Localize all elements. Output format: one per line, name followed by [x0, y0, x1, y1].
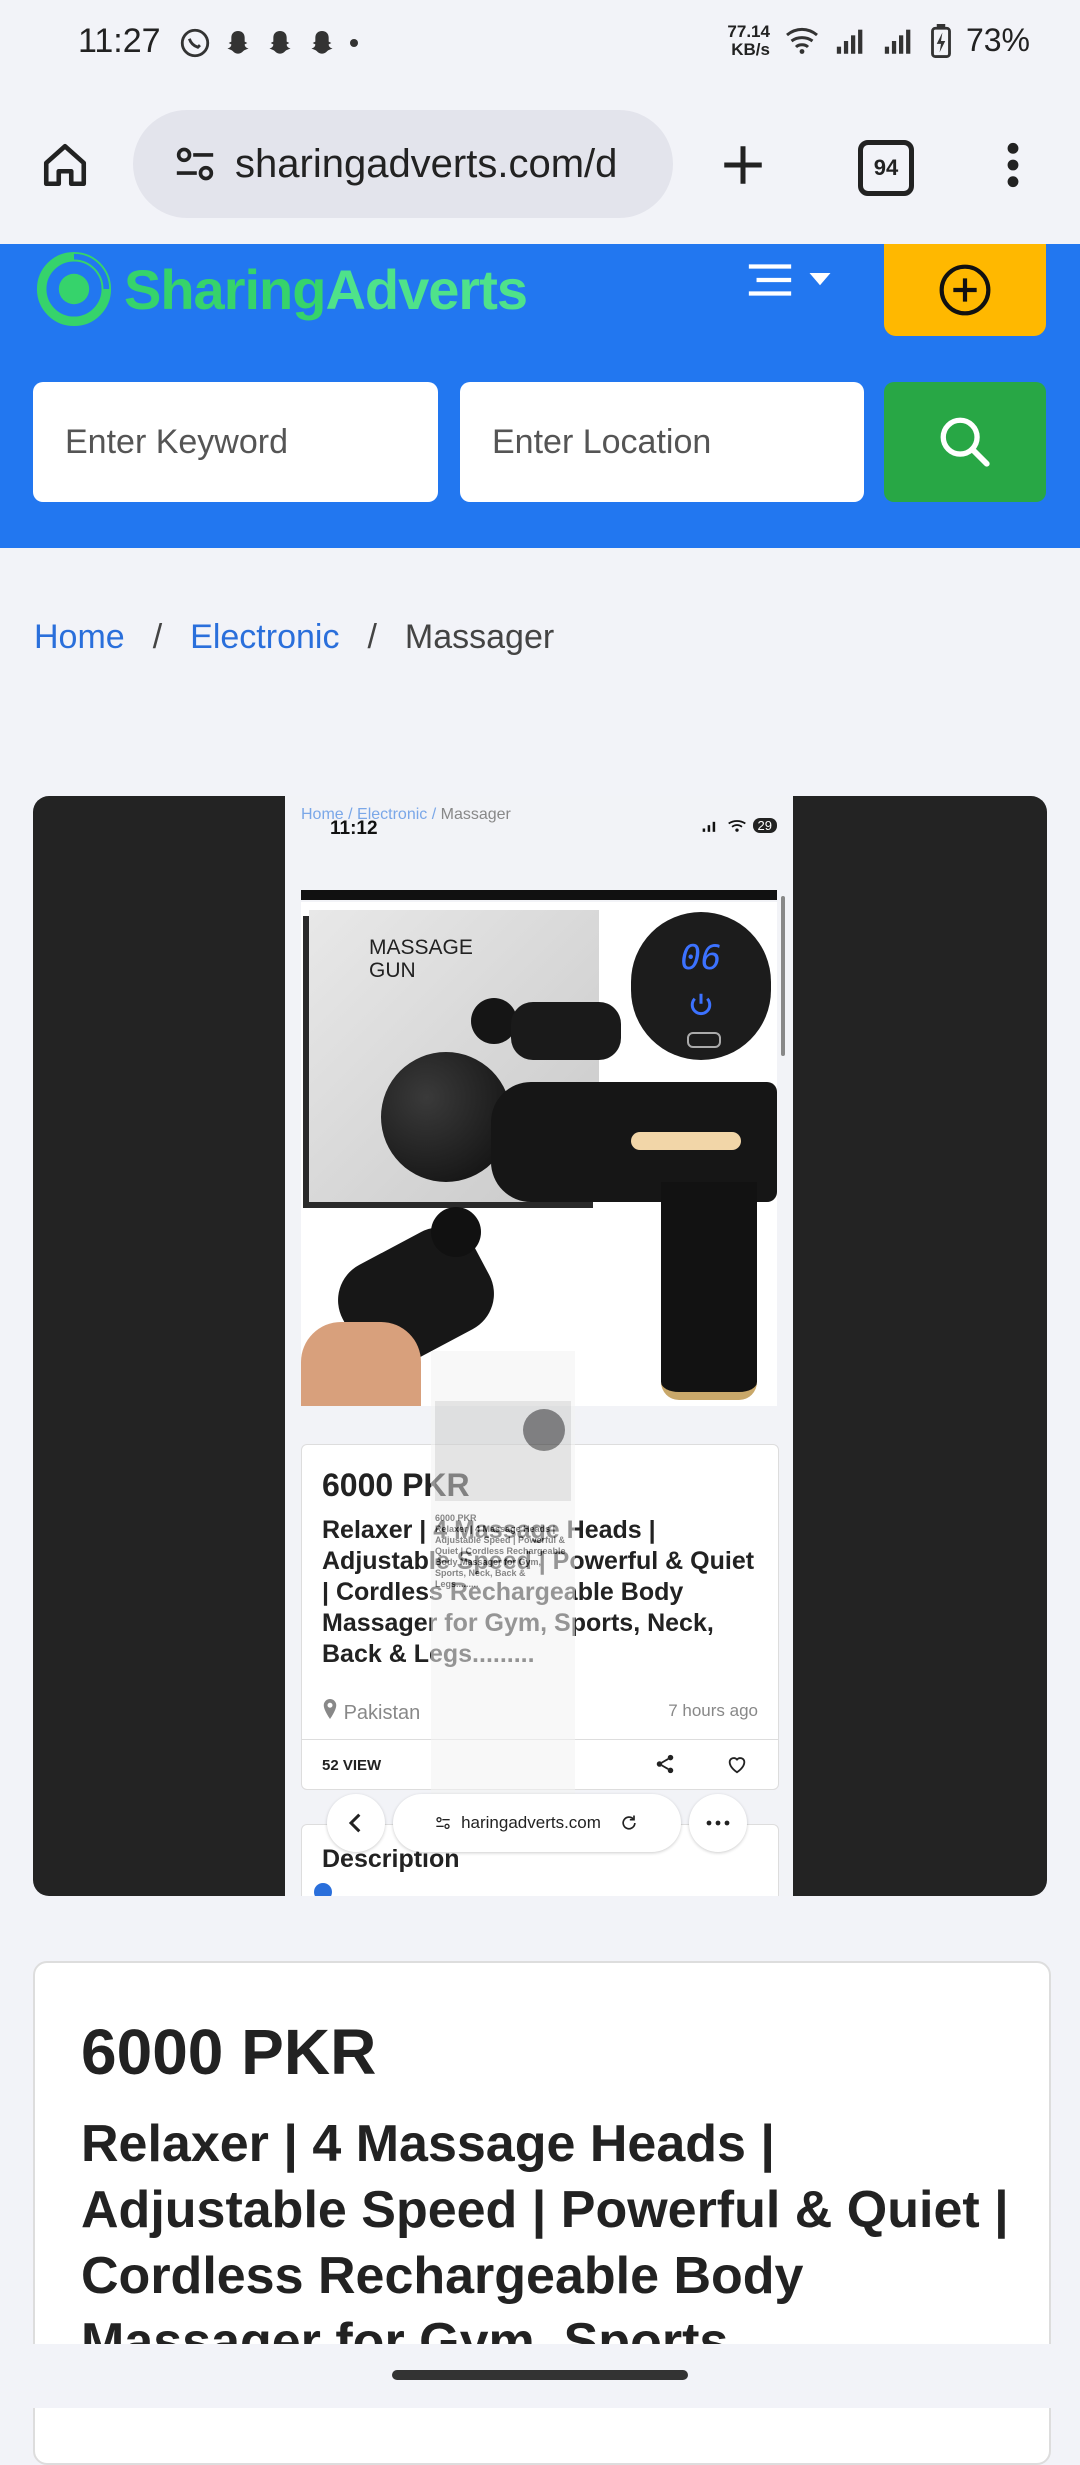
logo-text: SharingAdverts: [124, 257, 528, 322]
network-speed-value: 77.14: [727, 21, 770, 41]
nested-text: 6000 PKR Relaxer | 4 Massage Heads | Adj…: [435, 1513, 571, 1590]
home-icon[interactable]: [40, 140, 90, 190]
image-crumb-current: Massager: [440, 806, 511, 823]
status-time: 11:27: [78, 22, 161, 60]
location-pin-icon: [323, 1699, 337, 1719]
charging-port: [687, 1032, 721, 1048]
nested-title: Relaxer | 4 Massage Heads | Adjustable S…: [435, 1524, 566, 1589]
nested-display: [523, 1409, 565, 1451]
small-head: [431, 1207, 481, 1257]
image-posted-time: 7 hours ago: [668, 1701, 758, 1720]
menu-lines-icon: [748, 264, 792, 296]
network-speed: 77.14 KB/s: [727, 21, 770, 59]
snapchat-icon: [227, 31, 249, 54]
tab-switcher-button[interactable]: 94: [858, 140, 914, 196]
more-horizontal-icon: [706, 1820, 730, 1826]
logo-icon: [36, 251, 112, 327]
listing-title: Relaxer | 4 Massage Heads | Adjustable S…: [81, 2115, 1009, 2371]
navigation-gesture-bar: [0, 2344, 1080, 2408]
share-icon: [656, 1754, 674, 1774]
floating-browser-controls: haringadverts.com: [327, 1792, 747, 1854]
signal-icon: [884, 29, 911, 54]
power-icon: [690, 993, 712, 1016]
chevron-down-icon: [809, 273, 831, 286]
wifi-icon: [727, 819, 746, 832]
post-ad-button[interactable]: [884, 244, 1046, 336]
site-header: SharingAdverts: [0, 244, 1080, 548]
url-text: sharingadverts.com/d: [235, 141, 618, 186]
whatsapp-icon: [180, 28, 210, 58]
new-tab-plus-icon[interactable]: [718, 140, 768, 190]
breadcrumb-current: Massager: [404, 618, 555, 656]
more-options-icon[interactable]: [998, 140, 1028, 190]
speed-display: 06: [631, 912, 771, 1060]
breadcrumb-category[interactable]: Electronic: [190, 618, 339, 657]
menu-button[interactable]: [745, 260, 831, 300]
logo-text-part2: Adverts: [325, 257, 528, 321]
status-bar: 11:27 77.14 KB/s 73%: [0, 0, 1080, 90]
logo-text-part1: Sharing: [124, 257, 326, 321]
image-location: Pakistan: [322, 1699, 420, 1725]
keyword-input[interactable]: [33, 382, 438, 502]
floating-url-text: haringadverts.com: [461, 1813, 601, 1832]
gun-handle: [661, 1182, 757, 1400]
product-image-gallery[interactable]: Home / Electronic / Massager 11:12 29 MA…: [33, 796, 1047, 1896]
snapchat-icon: [311, 31, 333, 54]
more-button: [689, 1794, 747, 1852]
blue-dot: [314, 1883, 332, 1896]
reload-icon: [622, 1815, 636, 1830]
site-settings-icon[interactable]: [173, 144, 217, 184]
massage-gun-photo: MASSAGE GUN 06: [301, 902, 777, 1406]
signal-icon: [836, 29, 863, 54]
battery-charging-icon: [931, 23, 951, 58]
more-notifications-dot-icon: [350, 39, 358, 47]
wifi-icon: [785, 27, 818, 54]
image-status-time: 11:12: [330, 818, 378, 839]
hand: [301, 1322, 421, 1406]
notification-icons: [178, 26, 360, 60]
network-speed-unit: KB/s: [731, 39, 770, 59]
site-logo[interactable]: SharingAdverts: [36, 244, 528, 334]
location-input[interactable]: [460, 382, 864, 502]
image-location-text: Pakistan: [343, 1702, 421, 1724]
nested-screenshot-overlay: 6000 PKR Relaxer | 4 Massage Heads | Adj…: [431, 1351, 575, 1831]
gallery-image: Home / Electronic / Massager 11:12 29 MA…: [285, 796, 793, 1896]
breadcrumb-separator: /: [367, 618, 377, 656]
plus-circle-icon: [939, 264, 991, 316]
floating-url-bar: haringadverts.com: [393, 1794, 681, 1852]
breadcrumb: Home / Electronic / Massager: [34, 618, 554, 657]
status-right: 77.14 KB/s 73%: [727, 22, 1030, 59]
site-settings-icon: [436, 1817, 450, 1830]
gesture-handle[interactable]: [392, 2370, 688, 2380]
box-label-line2: GUN: [369, 959, 416, 982]
image-scrollbar: [781, 896, 785, 1056]
nested-price: 6000 PKR: [435, 1513, 477, 1523]
display-digits: 06: [680, 938, 722, 978]
image-divider: [301, 890, 777, 900]
search-button[interactable]: [884, 382, 1046, 502]
breadcrumb-separator: /: [152, 618, 163, 656]
light-strip: [631, 1132, 741, 1150]
image-battery: 29: [752, 818, 777, 833]
box-label: MASSAGE GUN: [369, 936, 473, 982]
snapchat-icon: [269, 31, 291, 54]
box-label-line1: MASSAGE: [369, 936, 473, 959]
browser-toolbar: sharingadverts.com/d 94: [0, 90, 1080, 240]
search-icon: [940, 417, 990, 467]
heart-icon: [728, 1757, 746, 1774]
address-bar[interactable]: sharingadverts.com/d: [133, 110, 673, 218]
gun-neck: [511, 1002, 621, 1060]
back-button: [327, 1794, 385, 1852]
image-status-icons: 29: [701, 818, 777, 833]
chevron-left-icon: [348, 1813, 361, 1833]
signal-icon: [702, 821, 715, 832]
listing-price: 6000 PKR: [81, 2016, 377, 2088]
breadcrumb-home[interactable]: Home: [34, 618, 125, 657]
battery-percent: 73%: [965, 22, 1030, 58]
image-views: 52 VIEW: [322, 1757, 382, 1774]
